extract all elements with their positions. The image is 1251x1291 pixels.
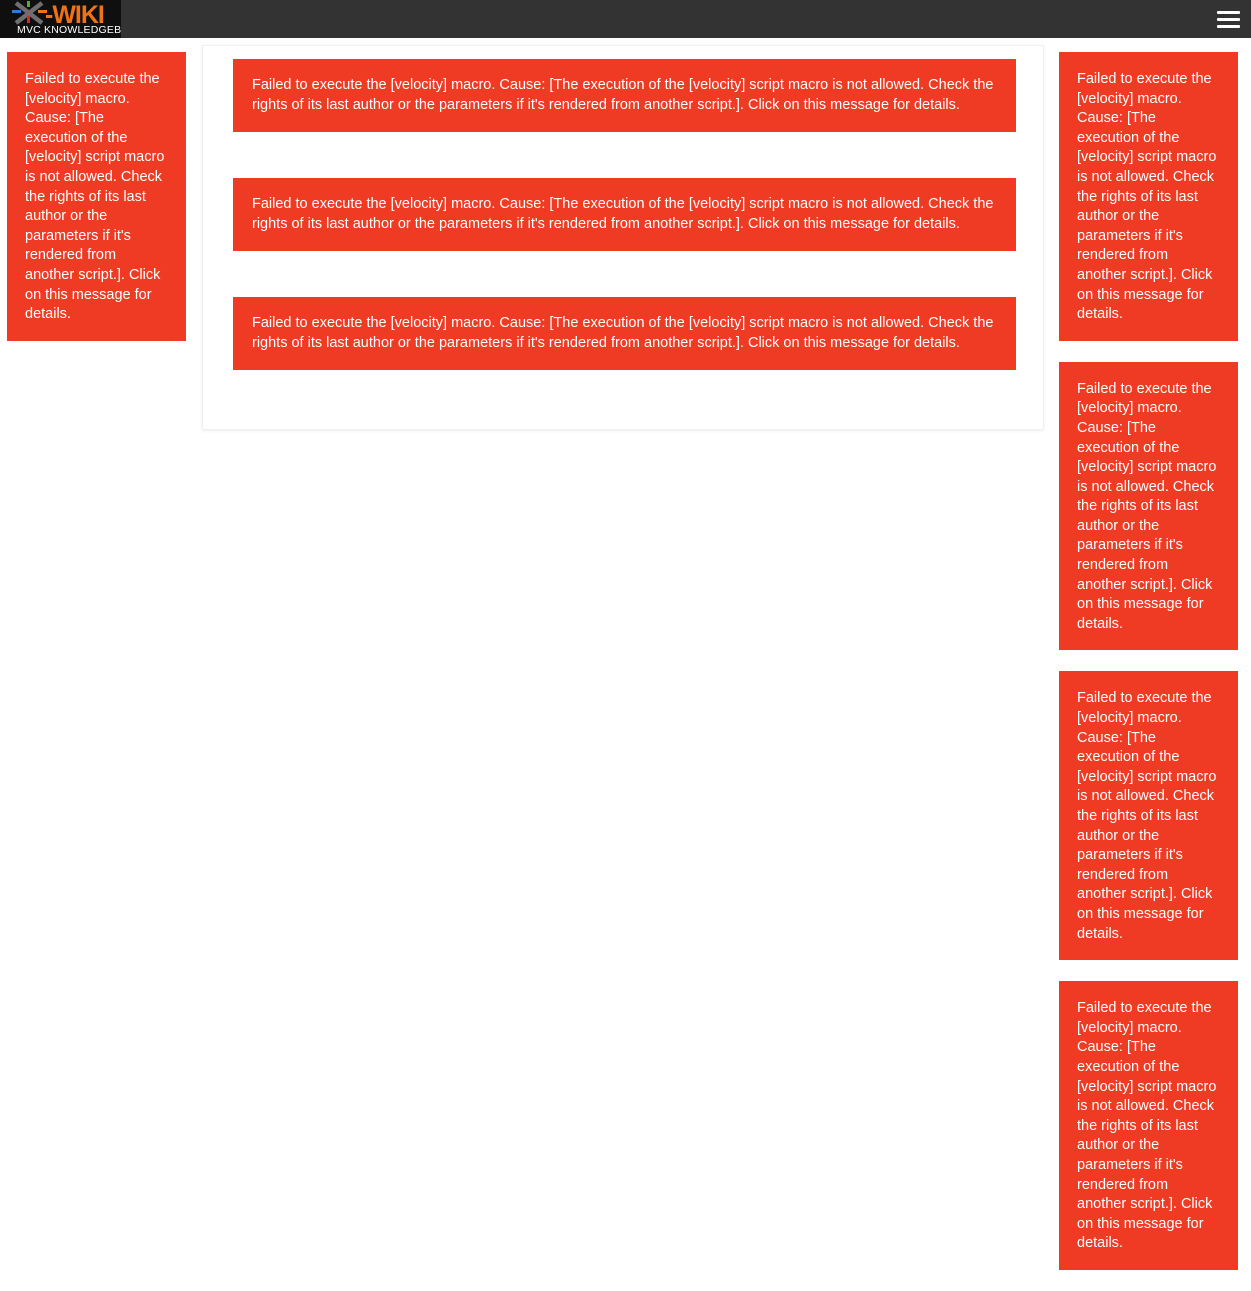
velocity-macro-error-message[interactable]: Failed to execute the [velocity] macro. … <box>233 178 1016 252</box>
menu-bar-1 <box>1217 10 1240 14</box>
xwiki-logo-graphic: -WIKI MVC KNOWLEDGEBASE <box>0 0 121 38</box>
velocity-macro-error-message[interactable]: Failed to execute the [velocity] macro. … <box>1059 981 1238 1270</box>
velocity-macro-error-message[interactable]: Failed to execute the [velocity] macro. … <box>1059 671 1238 961</box>
menu-bar-2 <box>1217 17 1240 21</box>
velocity-macro-error-message[interactable]: Failed to execute the [velocity] macro. … <box>1059 52 1238 341</box>
svg-text:MVC KNOWLEDGEBASE: MVC KNOWLEDGEBASE <box>17 24 121 36</box>
menu-bar-3 <box>1217 24 1240 28</box>
main-content-panel: Failed to execute the [velocity] macro. … <box>202 45 1044 430</box>
velocity-macro-error-message[interactable]: Failed to execute the [velocity] macro. … <box>233 59 1016 133</box>
velocity-macro-error-message[interactable]: Failed to execute the [velocity] macro. … <box>1059 361 1238 651</box>
xwiki-logo[interactable]: -WIKI MVC KNOWLEDGEBASE <box>0 0 121 38</box>
right-sidebar-panel: Failed to execute the [velocity] macro. … <box>1059 52 1238 1291</box>
top-navigation-bar: -WIKI MVC KNOWLEDGEBASE <box>0 0 1251 38</box>
velocity-macro-error-message[interactable]: Failed to execute the [velocity] macro. … <box>233 297 1016 371</box>
hamburger-menu-icon[interactable] <box>1217 9 1240 29</box>
left-sidebar-panel: Failed to execute the [velocity] macro. … <box>7 52 186 341</box>
velocity-macro-error-message[interactable]: Failed to execute the [velocity] macro. … <box>7 52 186 341</box>
